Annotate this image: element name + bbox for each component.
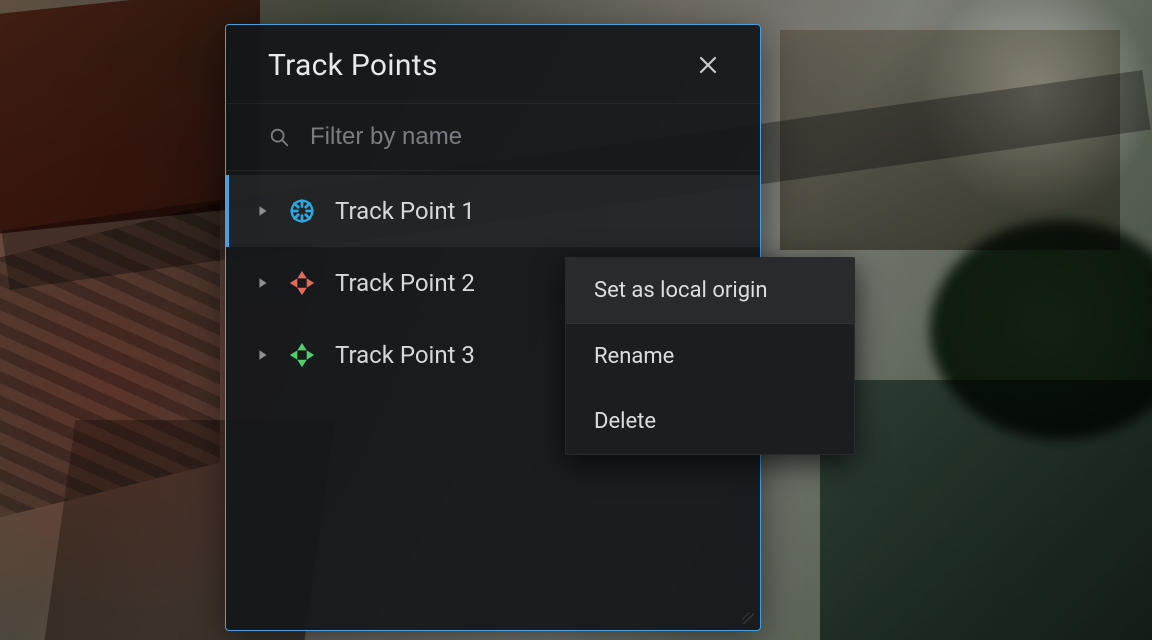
disclosure-triangle-icon[interactable]	[257, 277, 269, 289]
context-menu: Set as local originRenameDelete	[565, 257, 855, 455]
track-point-marker-icon	[287, 268, 317, 298]
close-button[interactable]	[690, 47, 726, 83]
disclosure-triangle-icon[interactable]	[257, 205, 269, 217]
context-menu-item[interactable]: Rename	[566, 324, 854, 389]
track-point-marker-icon	[287, 340, 317, 370]
panel-title: Track Points	[268, 48, 438, 83]
track-point-item[interactable]: Track Point 1	[226, 175, 760, 247]
panel-header: Track Points	[226, 25, 760, 103]
track-point-marker-icon	[287, 196, 317, 226]
search-icon	[268, 126, 290, 148]
context-menu-item[interactable]: Set as local origin	[566, 258, 854, 323]
disclosure-triangle-icon[interactable]	[257, 349, 269, 361]
context-menu-item[interactable]: Delete	[566, 389, 854, 454]
close-icon	[696, 53, 720, 77]
track-point-label: Track Point 1	[335, 197, 740, 225]
filter-row	[226, 104, 760, 170]
filter-input[interactable]	[308, 122, 718, 152]
